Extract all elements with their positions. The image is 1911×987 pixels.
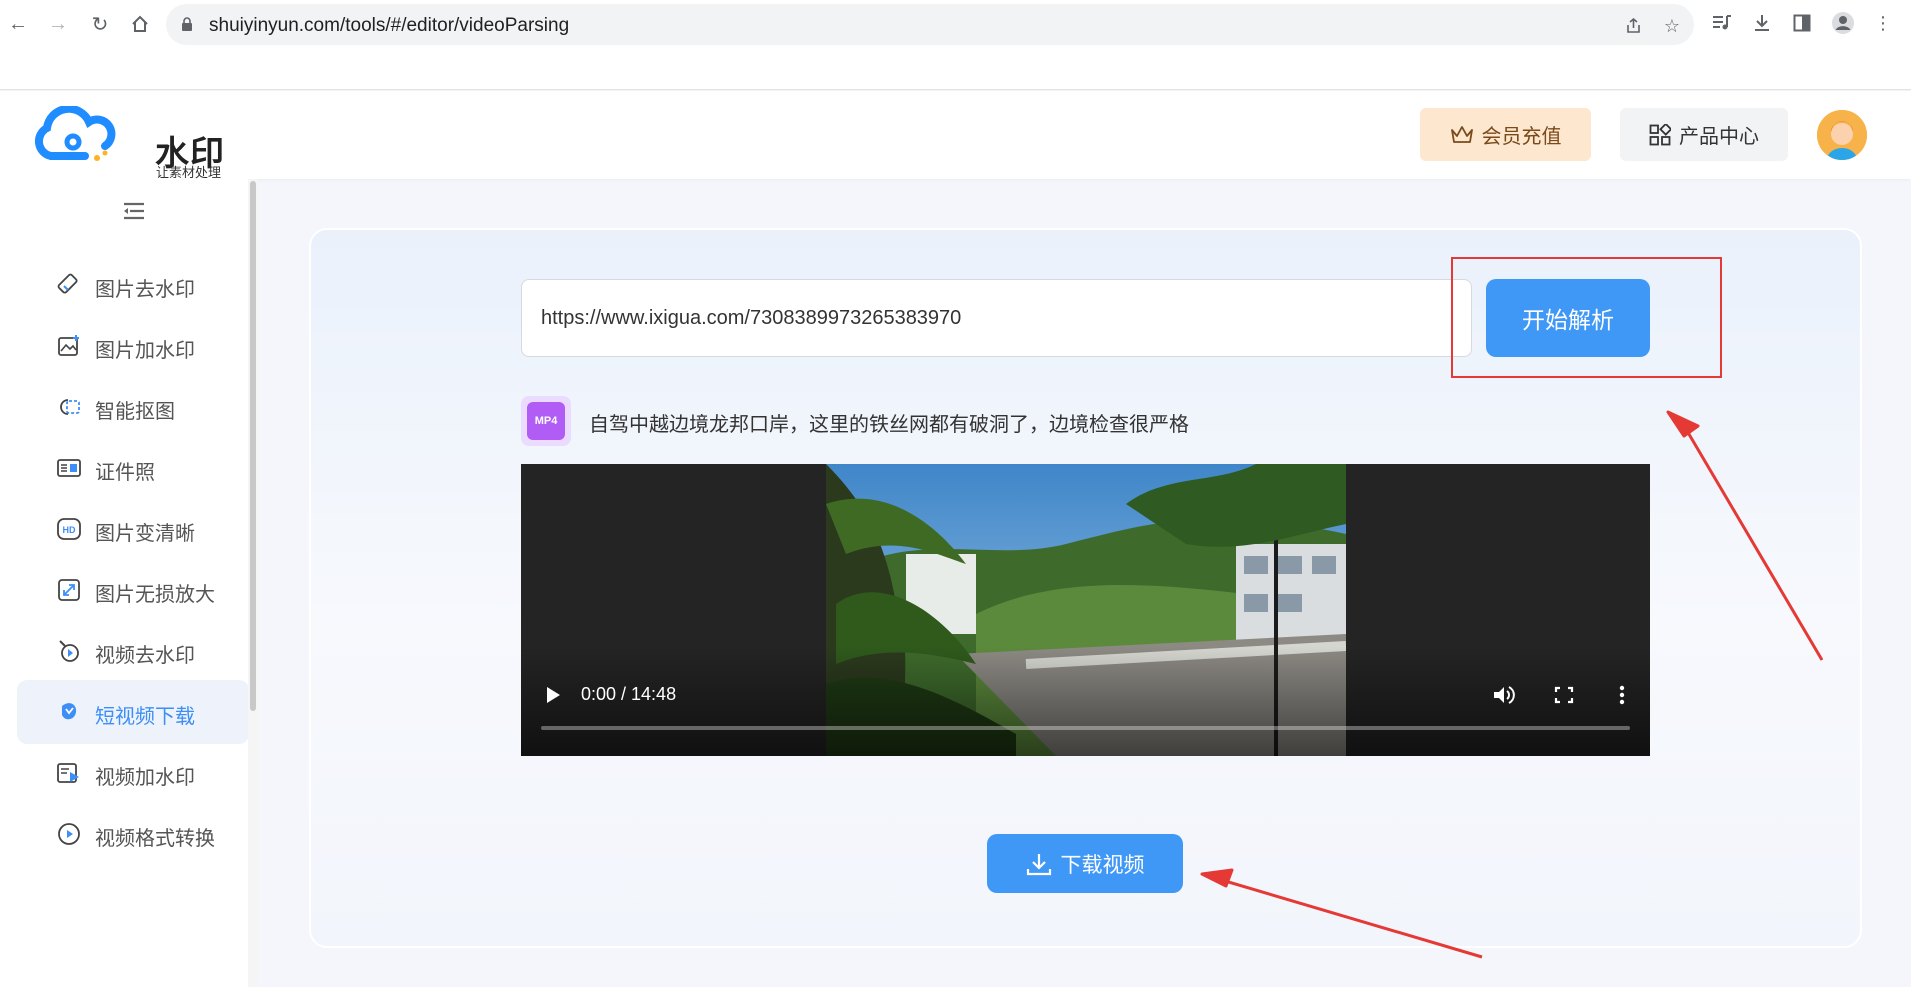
sidebar-item-short-video-download[interactable]: 短视频下载 xyxy=(17,680,249,744)
sidebar-item-smart-cutout[interactable]: 智能抠图 xyxy=(17,375,249,439)
sidebar-item-image-watermark-add[interactable]: 图片加水印 xyxy=(17,314,249,378)
back-icon[interactable]: ← xyxy=(4,10,32,38)
vip-recharge-button[interactable]: 会员充值 xyxy=(1420,108,1591,161)
sidebar-item-video-format-convert[interactable]: 视频格式转换 xyxy=(17,802,249,866)
hd-icon: HD xyxy=(57,518,81,540)
sidebar-item-label: 图片加水印 xyxy=(95,340,195,362)
video-add-icon xyxy=(57,763,79,783)
vip-label: 会员充值 xyxy=(1481,126,1562,148)
sidebar-item-label: 视频去水印 xyxy=(95,645,195,667)
browser-toolbar: ← → ↻ shuiyinyun.com/tools/#/editor/vide… xyxy=(0,0,1911,90)
video-title: 自驾中越边境龙邦口岸，这里的铁丝网都有破洞了，边境检查很严格 xyxy=(589,414,1189,436)
logo[interactable]: 水印云 让素材处理更简单 xyxy=(33,104,233,222)
video-player[interactable]: 0:00 / 14:48 xyxy=(521,464,1650,756)
avatar[interactable] xyxy=(1817,110,1867,160)
share-icon[interactable] xyxy=(1622,14,1646,38)
sidebar-item-label: 视频格式转换 xyxy=(95,828,215,850)
sidebar-scrollbar-thumb[interactable] xyxy=(250,181,256,711)
enlarge-icon xyxy=(58,579,80,601)
side-panel-icon[interactable] xyxy=(1789,10,1815,36)
video-url-input[interactable]: https://www.ixigua.com/73083899732653839… xyxy=(521,279,1472,357)
star-icon[interactable]: ☆ xyxy=(1660,14,1684,38)
product-center-button[interactable]: 产品中心 xyxy=(1620,108,1788,161)
crown-icon xyxy=(1450,125,1473,143)
file-type-label: MP4 xyxy=(527,402,565,440)
sidebar-item-image-clarify[interactable]: HD 图片变清晰 xyxy=(17,497,249,561)
cutout-icon xyxy=(60,399,80,415)
more-options-icon[interactable] xyxy=(1610,684,1634,706)
products-label: 产品中心 xyxy=(1679,126,1759,148)
app-header: 水印云 让素材处理更简单 会员充值 产品中心 xyxy=(0,91,1911,222)
home-icon[interactable] xyxy=(126,10,154,38)
svg-text:HD: HD xyxy=(63,525,76,535)
sidebar-item-label: 图片变清晰 xyxy=(95,523,195,545)
sidebar-item-label: 证件照 xyxy=(95,462,155,484)
id-card-icon xyxy=(57,459,81,477)
sidebar-item-label: 图片去水印 xyxy=(95,279,195,301)
video-eraser-icon xyxy=(59,640,79,662)
fullscreen-icon[interactable] xyxy=(1552,684,1576,706)
sidebar-item-label: 智能抠图 xyxy=(95,401,175,423)
sidebar-item-id-photo[interactable]: 证件照 xyxy=(17,436,249,500)
sidebar: 图片去水印 图片加水印 智能抠图 证件照 HD 图片变清晰 图片无损放大 视频去… xyxy=(0,179,258,987)
highlight-box xyxy=(1451,257,1722,378)
sidebar-item-label: 视频加水印 xyxy=(95,767,195,789)
download-video-button[interactable]: 下载视频 xyxy=(987,834,1183,893)
sidebar-item-image-watermark-remove[interactable]: 图片去水印 xyxy=(17,253,249,317)
collapse-menu-icon[interactable] xyxy=(120,199,148,223)
file-type-badge: MP4 xyxy=(521,396,571,446)
forward-icon[interactable]: → xyxy=(44,10,72,38)
url-text: shuiyinyun.com/tools/#/editor/videoParsi… xyxy=(209,15,570,36)
download-icon xyxy=(1026,853,1051,875)
video-url-value: https://www.ixigua.com/73083899732653839… xyxy=(541,306,962,329)
video-convert-icon xyxy=(58,823,80,845)
grid-icon xyxy=(1649,123,1671,145)
sidebar-item-video-watermark-add[interactable]: 视频加水印 xyxy=(17,741,249,805)
sidebar-scrollbar[interactable] xyxy=(248,179,258,987)
lock-icon xyxy=(182,17,192,31)
sidebar-item-image-enlarge[interactable]: 图片无损放大 xyxy=(17,558,249,622)
sidebar-item-label: 短视频下载 xyxy=(95,706,195,728)
eraser-icon xyxy=(57,273,78,294)
cloud-logo-icon xyxy=(34,104,116,161)
download-leaf-icon xyxy=(62,703,77,720)
image-add-icon xyxy=(58,335,79,356)
profile-icon[interactable] xyxy=(1830,10,1856,36)
player-controls xyxy=(521,646,1650,756)
player-time: 0:00 / 14:48 xyxy=(581,684,677,704)
download-label: 下载视频 xyxy=(1060,853,1145,877)
play-icon[interactable] xyxy=(545,686,561,704)
reload-icon[interactable]: ↻ xyxy=(86,10,114,38)
address-bar[interactable]: shuiyinyun.com/tools/#/editor/videoParsi… xyxy=(166,4,1694,45)
menu-icon[interactable]: ⋮ xyxy=(1870,10,1896,36)
reading-list-icon[interactable] xyxy=(1709,10,1735,36)
video-progress-bar[interactable] xyxy=(541,726,1630,730)
sidebar-item-video-watermark-remove[interactable]: 视频去水印 xyxy=(17,619,249,683)
volume-icon[interactable] xyxy=(1492,684,1516,706)
sidebar-item-label: 图片无损放大 xyxy=(95,584,215,606)
downloads-icon[interactable] xyxy=(1749,10,1775,36)
